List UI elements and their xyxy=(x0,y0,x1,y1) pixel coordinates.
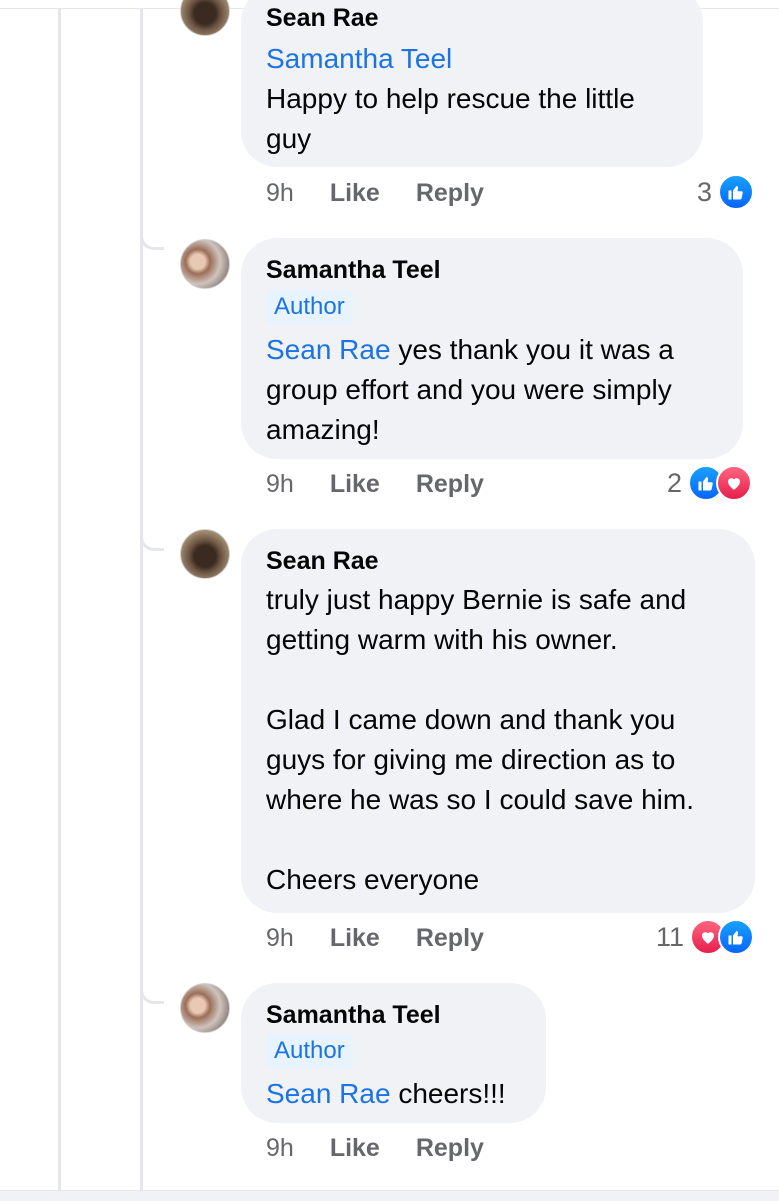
comment-actions: 9h Like Reply xyxy=(266,470,484,499)
comment-time[interactable]: 9h xyxy=(266,924,294,953)
like-button[interactable]: Like xyxy=(330,924,380,953)
author-badge: Author xyxy=(266,290,353,324)
comment-text: Happy to help rescue the little guy xyxy=(266,83,635,154)
comment-time[interactable]: 9h xyxy=(266,470,294,499)
comment-body: Samantha Teel Happy to help rescue the li… xyxy=(266,39,635,159)
comment-author[interactable]: Samantha Teel xyxy=(266,256,441,285)
comment-time[interactable]: 9h xyxy=(266,1134,294,1163)
reply-button[interactable]: Reply xyxy=(416,470,484,499)
comment-author[interactable]: Sean Rae xyxy=(266,4,379,33)
reply-connector xyxy=(140,990,164,1004)
mention-link[interactable]: Samantha Teel xyxy=(266,43,452,74)
like-button[interactable]: Like xyxy=(330,470,380,499)
like-reaction-icon xyxy=(718,174,755,210)
reaction-count: 2 xyxy=(667,467,683,498)
avatar[interactable] xyxy=(180,239,230,289)
reaction-summary[interactable]: 3 xyxy=(697,174,755,210)
reaction-count: 11 xyxy=(656,921,685,952)
like-button[interactable]: Like xyxy=(330,179,380,208)
avatar[interactable] xyxy=(180,983,230,1033)
love-reaction-icon xyxy=(716,465,753,501)
comment-author[interactable]: Sean Rae xyxy=(266,547,379,576)
avatar[interactable] xyxy=(180,529,230,579)
thread-line-inner xyxy=(140,8,143,1190)
author-badge: Author xyxy=(266,1034,353,1068)
reaction-count: 3 xyxy=(697,176,713,207)
comment-actions: 9h Like Reply xyxy=(266,1134,484,1163)
comment-actions: 9h Like Reply xyxy=(266,179,484,208)
bottom-divider xyxy=(0,1190,779,1201)
like-button[interactable]: Like xyxy=(330,1134,380,1163)
mention-link[interactable]: Sean Rae xyxy=(266,1078,391,1109)
reply-connector xyxy=(140,537,164,551)
mention-link[interactable]: Sean Rae xyxy=(266,334,391,365)
reaction-summary[interactable]: 2 xyxy=(667,465,753,501)
reaction-summary[interactable]: 11 xyxy=(656,919,755,955)
reply-button[interactable]: Reply xyxy=(416,924,484,953)
reply-connector xyxy=(140,236,164,250)
comment-text: cheers!!! xyxy=(390,1078,506,1109)
comment-body: Sean Rae yes thank you it was a group ef… xyxy=(266,330,674,450)
reply-button[interactable]: Reply xyxy=(416,1134,484,1163)
reply-button[interactable]: Reply xyxy=(416,179,484,208)
like-reaction-icon xyxy=(718,919,755,955)
comment-author[interactable]: Samantha Teel xyxy=(266,1001,441,1030)
comment-time[interactable]: 9h xyxy=(266,179,294,208)
avatar[interactable] xyxy=(180,0,230,36)
thread-line-outer xyxy=(58,8,61,1190)
comment-body: Sean Rae cheers!!! xyxy=(266,1074,506,1114)
comment-text: truly just happy Bernie is safe and gett… xyxy=(266,584,694,895)
comment-actions: 9h Like Reply xyxy=(266,924,484,953)
